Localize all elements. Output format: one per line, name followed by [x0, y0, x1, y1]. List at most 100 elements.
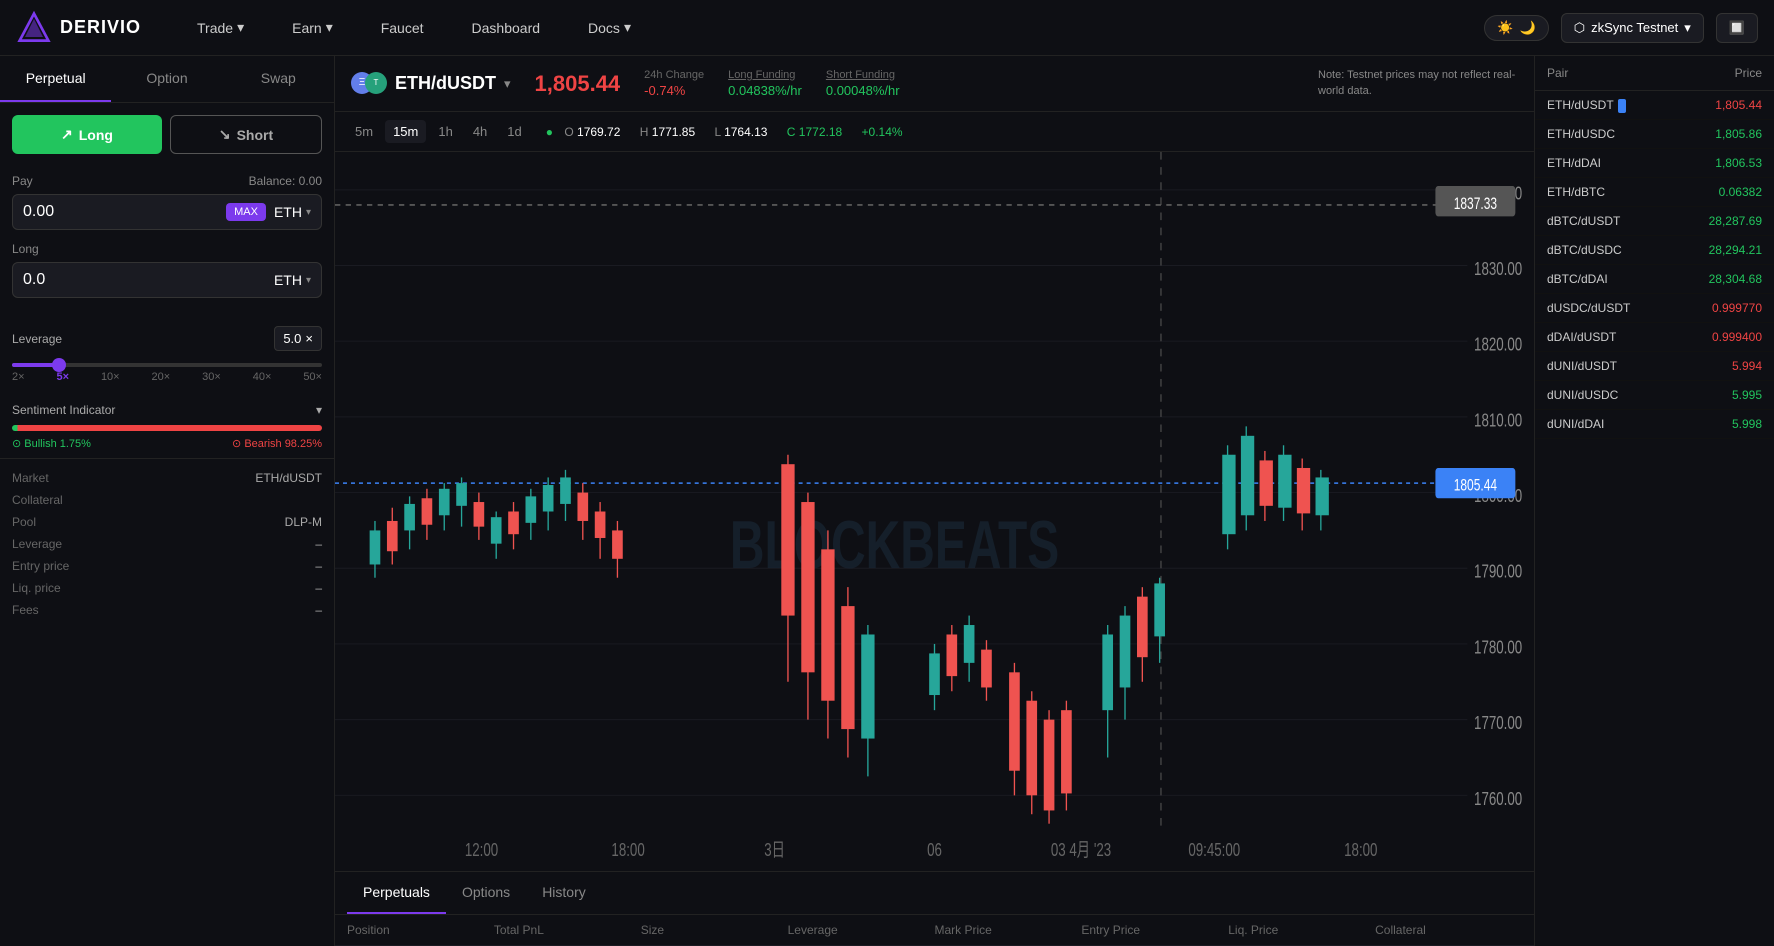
- left-tabs: Perpetual Option Swap: [0, 56, 334, 103]
- pair-icons: Ξ T: [351, 72, 387, 96]
- col-pnl: Total PnL: [494, 923, 641, 937]
- top-nav: DERIVIO Trade ▾ Earn ▾ Faucet Dashboard …: [0, 0, 1774, 56]
- col-collateral: Collateral: [1375, 923, 1522, 937]
- chevron-down-icon-2: ▾: [306, 275, 311, 286]
- svg-text:1837.33: 1837.33: [1454, 195, 1497, 214]
- trade-info-section: Market ETH/dUSDT Collateral Pool DLP-M L…: [0, 458, 334, 629]
- right-panel-header: Pair Price: [1535, 56, 1774, 91]
- pay-section: Pay Balance: 0.00 MAX ETH ▾ Long ETH ▾: [0, 166, 334, 318]
- svg-text:BLOCKBEATS: BLOCKBEATS: [730, 508, 1059, 583]
- long-input[interactable]: [23, 271, 274, 289]
- tab-perpetuals[interactable]: Perpetuals: [347, 872, 446, 914]
- svg-text:1830.00: 1830.00: [1474, 259, 1522, 280]
- long-token-select[interactable]: ETH ▾: [274, 272, 311, 288]
- sentiment-bar: [12, 425, 322, 431]
- ohlc-info: ● O 1769.72 H 1771.85 L 1764.13 C 1772.1…: [546, 125, 911, 139]
- pairs-list: ETH/dUSDT1,805.44ETH/dUSDC1,805.86ETH/dD…: [1535, 91, 1774, 439]
- pair-row[interactable]: dUNI/dUSDT5.994: [1535, 352, 1774, 381]
- pair-row[interactable]: ETH/dDAI1,806.53: [1535, 149, 1774, 178]
- pair-row[interactable]: dBTC/dUSDC28,294.21: [1535, 236, 1774, 265]
- svg-text:3日: 3日: [764, 840, 785, 861]
- tf-5m[interactable]: 5m: [347, 120, 381, 143]
- tf-4h[interactable]: 4h: [465, 120, 495, 143]
- logo[interactable]: DERIVIO: [16, 10, 141, 46]
- tf-15m[interactable]: 15m: [385, 120, 426, 143]
- wallet-button[interactable]: 🔲: [1716, 13, 1758, 43]
- max-button[interactable]: MAX: [226, 203, 266, 221]
- candlestick-chart: 1840.00 1830.00 1820.00 1810.00 1800.00 …: [335, 152, 1534, 871]
- table-header: Position Total PnL Size Leverage Mark Pr…: [335, 915, 1534, 946]
- svg-text:1810.00: 1810.00: [1474, 410, 1522, 431]
- nav-faucet[interactable]: Faucet: [373, 16, 432, 40]
- svg-text:1820.00: 1820.00: [1474, 334, 1522, 355]
- leverage-section: Leverage 5.0 × 2× 5× 10× 20× 30× 40×: [0, 318, 334, 395]
- chevron-down-icon: ▾: [306, 207, 311, 218]
- pair-row[interactable]: dBTC/dUSDT28,287.69: [1535, 207, 1774, 236]
- leverage-slider[interactable]: 2× 5× 10× 20× 30× 40× 50×: [12, 359, 322, 387]
- nav-dashboard[interactable]: Dashboard: [464, 16, 549, 40]
- theme-toggle[interactable]: ☀️🌙: [1484, 15, 1548, 41]
- svg-text:03 4月 '23: 03 4月 '23: [1051, 840, 1111, 861]
- chart-toolbar: 5m 15m 1h 4h 1d ● O 1769.72 H 1771.85 L …: [335, 112, 1534, 152]
- sentiment-section: Sentiment Indicator ▾ ⊙ Bullish 1.75% ⊙ …: [0, 395, 334, 458]
- col-position: Position: [347, 923, 494, 937]
- tab-perpetual[interactable]: Perpetual: [0, 56, 111, 102]
- chevron-down-icon-3: ▾: [316, 403, 322, 417]
- center-panel: Ξ T ETH/dUSDT ▾ 1,805.44 24h Change -0.7…: [335, 56, 1534, 946]
- tab-options[interactable]: Options: [446, 872, 526, 914]
- svg-text:1790.00: 1790.00: [1474, 562, 1522, 583]
- testnet-note: Note: Testnet prices may not reflect rea…: [1318, 68, 1518, 99]
- 24h-change: 24h Change -0.74%: [644, 69, 704, 98]
- col-liq-price: Liq. Price: [1228, 923, 1375, 937]
- svg-text:06: 06: [927, 840, 942, 861]
- active-pair-badge: [1618, 99, 1626, 113]
- svg-text:09:45:00: 09:45:00: [1188, 840, 1240, 861]
- nav-docs[interactable]: Docs ▾: [580, 15, 639, 40]
- chart-area: 5m 15m 1h 4h 1d ● O 1769.72 H 1771.85 L …: [335, 112, 1534, 946]
- nav-trade[interactable]: Trade ▾: [189, 15, 252, 40]
- tab-history[interactable]: History: [526, 872, 602, 914]
- pair-row[interactable]: ETH/dBTC0.06382: [1535, 178, 1774, 207]
- chart-canvas: 1840.00 1830.00 1820.00 1810.00 1800.00 …: [335, 152, 1534, 871]
- pair-dropdown[interactable]: ▾: [504, 76, 511, 92]
- svg-text:1760.00: 1760.00: [1474, 789, 1522, 810]
- long-short-row: ↗ Long ↘ Short: [0, 103, 334, 166]
- pair-row[interactable]: ETH/dUSDT1,805.44: [1535, 91, 1774, 120]
- leverage-value-display: 5.0 ×: [274, 326, 322, 351]
- logo-text: DERIVIO: [60, 17, 141, 38]
- col-mark-price: Mark Price: [935, 923, 1082, 937]
- bearish-label: ⊙ Bearish 98.25%: [232, 437, 322, 450]
- long-button[interactable]: ↗ Long: [12, 115, 162, 154]
- pay-token-select[interactable]: ETH ▾: [274, 204, 311, 220]
- bottom-section: Perpetuals Options History Position Tota…: [335, 871, 1534, 946]
- pair-row[interactable]: dDAI/dUSDT0.999400: [1535, 323, 1774, 352]
- network-selector[interactable]: ⬡ zkSync Testnet ▾: [1561, 13, 1704, 43]
- left-panel: Perpetual Option Swap ↗ Long ↘ Short Pay…: [0, 56, 335, 946]
- pay-input[interactable]: [23, 203, 226, 221]
- pay-input-row: MAX ETH ▾: [12, 194, 322, 230]
- bottom-tabs: Perpetuals Options History: [335, 872, 1534, 915]
- pair-row[interactable]: dBTC/dDAI28,304.68: [1535, 265, 1774, 294]
- svg-text:1770.00: 1770.00: [1474, 713, 1522, 734]
- right-panel: Pair Price ETH/dUSDT1,805.44ETH/dUSDC1,8…: [1534, 56, 1774, 946]
- usdt-icon: T: [365, 72, 387, 94]
- long-input-row: ETH ▾: [12, 262, 322, 298]
- tab-swap[interactable]: Swap: [223, 56, 334, 102]
- svg-text:18:00: 18:00: [611, 840, 644, 861]
- pair-row[interactable]: dUNI/dDAI5.998: [1535, 410, 1774, 439]
- short-funding: Short Funding 0.00048%/hr: [826, 69, 900, 98]
- svg-text:1805.44: 1805.44: [1454, 477, 1497, 496]
- bullish-label: ⊙ Bullish 1.75%: [12, 437, 91, 450]
- pair-row[interactable]: dUNI/dUSDC5.995: [1535, 381, 1774, 410]
- nav-earn[interactable]: Earn ▾: [284, 15, 341, 40]
- tf-1h[interactable]: 1h: [430, 120, 460, 143]
- pair-row[interactable]: dUSDC/dUSDT0.999770: [1535, 294, 1774, 323]
- tf-1d[interactable]: 1d: [499, 120, 529, 143]
- short-button[interactable]: ↘ Short: [170, 115, 322, 154]
- nav-right: ☀️🌙 ⬡ zkSync Testnet ▾ 🔲: [1484, 13, 1758, 43]
- svg-text:12:00: 12:00: [465, 840, 498, 861]
- tab-option[interactable]: Option: [111, 56, 222, 102]
- long-funding: Long Funding 0.04838%/hr: [728, 69, 802, 98]
- market-price: 1,805.44: [535, 71, 621, 97]
- pair-row[interactable]: ETH/dUSDC1,805.86: [1535, 120, 1774, 149]
